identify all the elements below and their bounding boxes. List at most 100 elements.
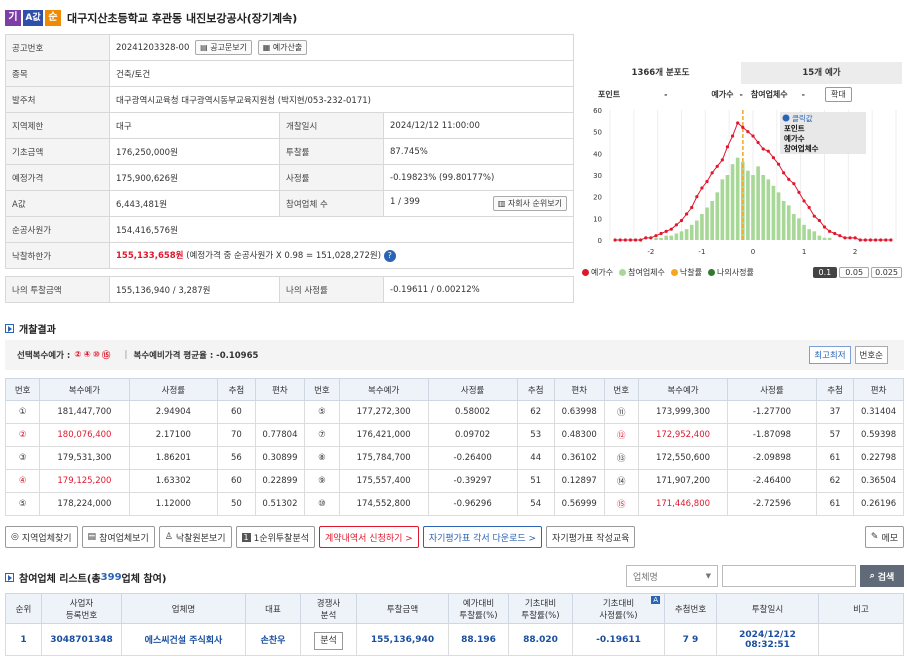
price-point <box>700 186 704 190</box>
scale-0-1-button[interactable]: 0.1 <box>812 266 838 278</box>
col-draw-2: 추첨 <box>516 378 555 401</box>
tab-prices[interactable]: 15개 예가 <box>741 62 902 84</box>
price-point <box>730 134 735 138</box>
award-original-button[interactable]: ♙ 낙찰원본보기 <box>158 526 232 548</box>
price-point <box>817 218 821 223</box>
price-num-value: - <box>739 89 743 99</box>
assess-rate-value: -0.19823% (99.80177%) <box>383 164 574 191</box>
legend-winrate-icon <box>670 268 678 276</box>
choice-label: 선택복수예가 : <box>17 351 71 361</box>
zoom-button[interactable]: 확대 <box>824 86 852 102</box>
result-cell-r: -1.27700 <box>727 400 817 424</box>
x-tick-label: -2 <box>647 248 654 256</box>
row-name[interactable]: 에스씨건설 주식회사 <box>121 623 246 656</box>
plist-col-date: 투찰일시 <box>716 593 819 624</box>
row-rep: 손찬우 <box>245 623 301 656</box>
price-point <box>639 238 643 242</box>
table-row: ⑤ 178,224,000 1.12000 50 0.51302 ⑩ 174,552,800… <box>4 492 904 516</box>
row-analysis-button[interactable]: 분석 <box>314 632 343 650</box>
notice-number-value: 20241203328-00 <box>116 43 190 53</box>
plist-col-analysis: 경쟁사 분석 <box>300 593 357 624</box>
price-point <box>756 140 760 145</box>
sort-highlow-button[interactable]: 최고최저 <box>809 346 851 364</box>
scale-0-05-button[interactable]: 0.05 <box>839 266 870 278</box>
memo-button[interactable]: ✎ 메모 <box>864 526 904 548</box>
row-r1: 88.196 <box>448 623 509 656</box>
self-eval-download-button[interactable]: 자기평가표 각서 다운로드 > <box>422 526 543 548</box>
notice-view-button[interactable]: ▤ 공고문보기 <box>195 40 252 55</box>
price-point <box>838 234 842 238</box>
y-tick-label: 10 <box>593 215 602 223</box>
result-cell-p: 172,550,600 <box>637 446 729 470</box>
price-point <box>705 179 709 184</box>
plist-col-rep: 대표 <box>245 593 301 624</box>
legend-price: 예가수 <box>591 267 614 277</box>
participant-table: 순위 사업자 등록번호 업체명 대표 경쟁사 분석 투찰금액 예가대비 투찰률(… <box>5 593 904 656</box>
result-cell-r: 0.58002 <box>427 400 518 424</box>
price-point <box>822 225 827 229</box>
result-cell-c: 57 <box>815 423 855 447</box>
client-value: 대구광역시교육청 대구광역시동부교육지원청 (박지현/053-232-0171) <box>109 86 574 113</box>
self-eval-training-button[interactable]: 자기평가표 작성교육 <box>546 526 636 548</box>
search-button[interactable]: ⌕ 검색 <box>860 565 904 587</box>
participant-bar <box>659 237 663 240</box>
search-input[interactable] <box>722 565 856 587</box>
region-company-button[interactable]: ◎ 지역업체찾기 <box>5 526 78 548</box>
price-point <box>776 162 781 166</box>
result-cell-d: 0.36504 <box>853 469 904 493</box>
low-limit-value: 155,133,658원 <box>116 251 184 261</box>
participant-bar <box>822 237 827 240</box>
result-cell-n: ⑩ <box>304 492 340 516</box>
help-icon[interactable]: ? <box>383 250 396 262</box>
result-cell-c: 37 <box>815 400 855 424</box>
price-point <box>807 205 811 210</box>
search-type-select[interactable]: 업체명 ▼ <box>626 565 718 587</box>
tab-distribution[interactable]: 1366개 분포도 <box>580 62 741 84</box>
price-point <box>828 229 832 233</box>
subsidiary-rank-button[interactable]: ▥ 자회사 순위보기 <box>492 195 567 211</box>
price-point <box>725 145 730 149</box>
plist-col-r3: 기초대비 사정률(%) A <box>572 593 665 624</box>
participant-bar <box>679 231 684 240</box>
participant-bar <box>817 235 822 240</box>
row-biz[interactable]: 3048701348 <box>41 623 122 656</box>
price-point <box>690 205 694 210</box>
result-cell-p: 175,557,400 <box>338 469 429 493</box>
part-num-label: 참여업체수 <box>750 89 788 99</box>
price-calc-button[interactable]: ▦ 예가산출 <box>257 40 308 55</box>
table-row[interactable]: 1 3048701348 에스씨건설 주식회사 손찬우 분석 155,136,9… <box>5 623 904 656</box>
y-tick-label: 60 <box>593 107 602 115</box>
plist-col-r1: 예가대비 투찰률(%) <box>448 593 509 624</box>
participants-button[interactable]: ▤ 참여업체보기 <box>81 526 155 548</box>
price-point <box>736 121 740 125</box>
result-cell-p: 181,447,700 <box>39 400 130 424</box>
point-value: - <box>664 89 668 99</box>
badge-gi: 기 <box>5 10 21 26</box>
chevron-down-icon: ▼ <box>705 572 711 580</box>
sort-number-button[interactable]: 번호순 <box>854 346 888 364</box>
participant-bar <box>776 192 781 240</box>
contract-request-button[interactable]: 계약내역서 신청하기 > <box>319 526 419 548</box>
legend-my-icon <box>708 268 715 276</box>
result-cell-r: -2.09898 <box>727 446 817 470</box>
price-point <box>848 236 852 240</box>
result-cell-p: 174,552,800 <box>338 492 429 516</box>
result-cell-d: 0.22899 <box>254 469 306 493</box>
result-cell-c: 70 <box>217 423 256 447</box>
y-tick-label: 30 <box>593 172 602 180</box>
price-point <box>720 158 724 162</box>
result-cell-n: ⑮ <box>603 492 639 516</box>
participant-bar <box>715 192 720 240</box>
result-cell-n: ⑭ <box>603 469 639 493</box>
result-cell-p: 180,076,400 <box>39 423 130 447</box>
price-point <box>628 238 633 242</box>
first-rank-analysis-button[interactable]: 1 1순위투찰분석 <box>235 526 316 548</box>
price-point <box>654 234 658 238</box>
scale-0-025-button[interactable]: 0.025 <box>871 266 902 278</box>
x-tick-label: 2 <box>853 248 857 256</box>
plist-col-amount: 투찰금액 <box>356 593 449 624</box>
choice-num-2: ④ <box>83 350 91 360</box>
distribution-chart[interactable]: 0 10 20 30 40 50 60 -2 -1 0 1 2 클릭값포인트예가수참여업체수 <box>580 104 902 262</box>
base-amount-value: 176,250,000원 <box>109 138 280 165</box>
section-arrow-icon-2 <box>5 573 14 582</box>
